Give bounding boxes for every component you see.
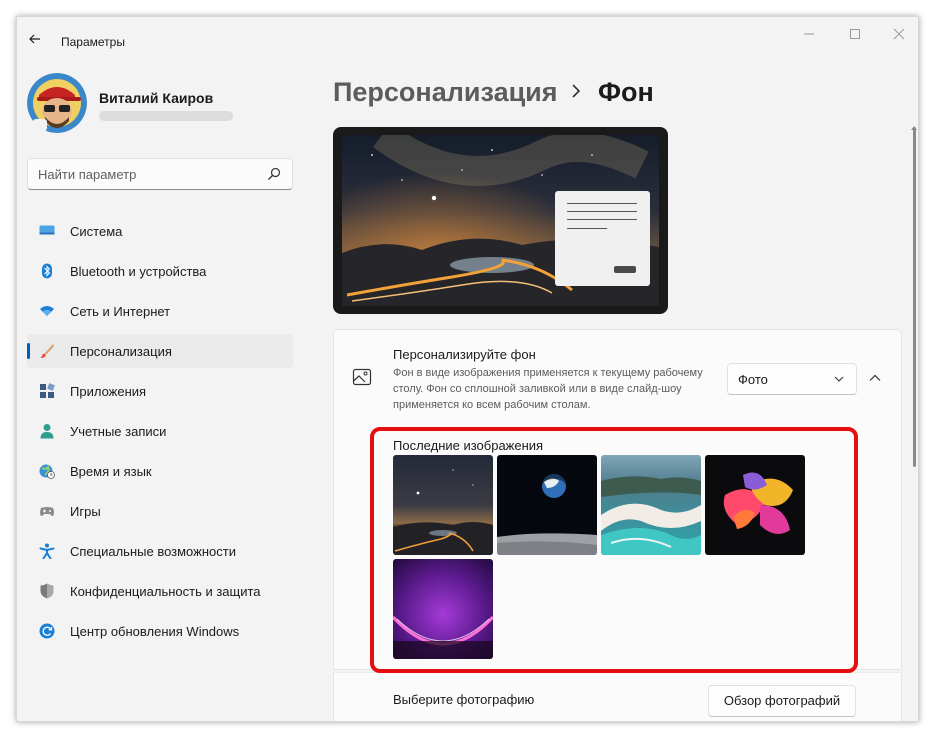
back-arrow-icon <box>29 34 40 44</box>
avatar[interactable] <box>27 73 87 133</box>
sidebar-item-time-language[interactable]: Время и язык <box>27 454 293 488</box>
monitor-icon <box>39 225 55 235</box>
choose-photo-label: Выберите фотографию <box>393 692 535 707</box>
image-icon <box>352 368 372 386</box>
wifi-icon <box>40 306 54 316</box>
dropdown-value: Фото <box>738 372 768 387</box>
sidebar-item-system[interactable]: Система <box>27 214 293 248</box>
update-icon <box>39 623 55 639</box>
active-indicator <box>27 343 30 359</box>
app-title: Параметры <box>61 35 125 49</box>
page-title: Фон <box>598 77 654 107</box>
search-input[interactable]: Найти параметр <box>38 167 136 182</box>
sidebar-item-network[interactable]: Сеть и Интернет <box>27 294 293 328</box>
accessibility-icon <box>39 543 55 559</box>
chevron-right-icon <box>572 84 581 98</box>
choose-photo-row: Выберите фотографию Обзор фотографий <box>333 672 902 721</box>
sidebar-item-accounts[interactable]: Учетные записи <box>27 414 293 448</box>
user-name: Виталий Каиров <box>99 90 214 106</box>
title-bar: Параметры <box>17 17 918 61</box>
background-setting-title: Персонализируйте фон <box>393 347 536 362</box>
close-icon <box>893 28 905 40</box>
chevron-down-icon <box>834 376 844 382</box>
gamepad-icon <box>40 507 54 516</box>
bluetooth-icon <box>42 263 52 279</box>
background-type-dropdown[interactable]: Фото <box>727 363 857 395</box>
brush-icon <box>40 344 54 358</box>
sidebar-item-gaming[interactable]: Игры <box>27 494 293 528</box>
person-icon <box>40 424 54 439</box>
sidebar-item-bluetooth[interactable]: Bluetooth и устройства <box>27 254 293 288</box>
preview-window-mock <box>555 191 650 286</box>
sidebar-item-apps[interactable]: Приложения <box>27 374 293 408</box>
sidebar-item-personalization[interactable]: Персонализация <box>27 334 293 368</box>
breadcrumb-parent[interactable]: Персонализация <box>333 77 558 108</box>
globe-clock-icon <box>39 464 55 479</box>
background-setting-description: Фон в виде изображения применяется к тек… <box>393 367 703 411</box>
back-button[interactable] <box>25 29 45 49</box>
avatar-image <box>27 73 87 133</box>
sidebar-item-privacy[interactable]: Конфиденциальность и защита <box>27 574 293 608</box>
user-email-blurred <box>99 111 233 121</box>
maximize-icon <box>850 29 860 39</box>
close-button[interactable] <box>887 25 911 43</box>
search-icon <box>268 167 281 180</box>
collapse-chevron-icon[interactable] <box>869 373 881 383</box>
desktop-preview <box>333 127 668 314</box>
search-box[interactable]: Найти параметр <box>27 158 293 190</box>
scrollbar-thumb[interactable] <box>913 127 916 467</box>
minimize-button[interactable] <box>797 25 821 43</box>
browse-photos-button[interactable]: Обзор фотографий <box>708 685 856 717</box>
apps-icon <box>40 383 55 398</box>
background-setting-card: Персонализируйте фон Фон в виде изображе… <box>333 329 902 427</box>
minimize-icon <box>804 33 814 35</box>
red-highlight-frame <box>370 427 858 673</box>
shield-icon <box>40 583 54 599</box>
sidebar-item-accessibility[interactable]: Специальные возможности <box>27 534 293 568</box>
maximize-button[interactable] <box>843 25 867 43</box>
sidebar-item-windows-update[interactable]: Центр обновления Windows <box>27 614 293 648</box>
